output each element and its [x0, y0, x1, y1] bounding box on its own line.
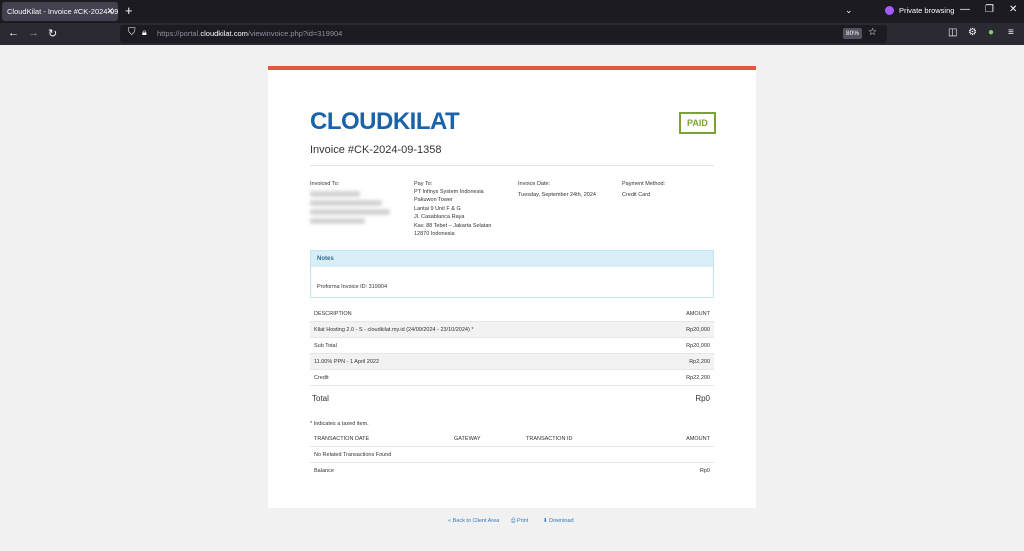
- balance-value: Rp0: [699, 468, 710, 474]
- download-link[interactable]: ⬇ Download: [543, 518, 574, 524]
- private-mask-icon: [885, 6, 894, 15]
- nav-bar: ← → ↻ ⛉ 🔒︎ https://portal.cloudkilat.com…: [0, 23, 1024, 45]
- pay-to-address: PT Infinys System Indonesia Pakuwon Towe…: [414, 189, 492, 238]
- url-bar[interactable]: ⛉ 🔒︎ https://portal.cloudkilat.com/viewi…: [120, 25, 887, 43]
- redacted-address: [310, 218, 365, 224]
- payment-method-value: Credit Card: [622, 192, 651, 198]
- back-arrow-icon[interactable]: ←: [8, 27, 19, 39]
- total-row: Total Rp0: [310, 386, 714, 408]
- total-value: Rp0: [695, 394, 710, 403]
- invoice-date-label: Invoice Date:: [518, 181, 551, 187]
- payment-method-label: Payment Method:: [622, 181, 666, 187]
- redacted-address: [310, 209, 390, 215]
- tab-invoice[interactable]: CloudKilat - Invoice #CK-2024-09-1 ✕: [2, 2, 118, 21]
- extension-badge-icon[interactable]: ●: [988, 27, 994, 38]
- balance-label: Balance: [314, 468, 334, 474]
- shield-icon[interactable]: ⛉: [128, 27, 136, 38]
- tab-title: CloudKilat - Invoice #CK-2024-09-1: [7, 7, 118, 16]
- status-badge: PAID: [679, 112, 716, 134]
- private-browsing-indicator: Private browsing: [885, 6, 954, 15]
- total-label: Total: [312, 394, 329, 403]
- notes-body: Proforma Invoice ID: 319904: [317, 284, 388, 290]
- tab-bar: CloudKilat - Invoice #CK-2024-09-1 ✕ + ⌄…: [0, 0, 1024, 23]
- back-to-client-area-link[interactable]: « Back to Client Area: [448, 518, 499, 524]
- pocket-icon[interactable]: ◫: [948, 27, 957, 38]
- invoice-date-value: Tuesday, September 24th, 2024: [518, 192, 596, 198]
- url-text[interactable]: https://portal.cloudkilat.com/viewinvoic…: [157, 29, 342, 38]
- lock-icon[interactable]: 🔒︎: [142, 27, 147, 38]
- taxed-item-note: * Indicates a taxed item.: [310, 421, 369, 427]
- invoiced-to-label: Invoiced To:: [310, 181, 340, 187]
- new-tab-button[interactable]: +: [125, 3, 133, 18]
- notes-panel: Notes Proforma Invoice ID: 319904: [310, 250, 714, 298]
- table-row: Credit Rp22,200: [310, 370, 714, 386]
- invoice-title: Invoice #CK-2024-09-1358: [310, 144, 442, 156]
- chevron-down-icon[interactable]: ⌄: [845, 5, 853, 16]
- table-row: No Related Transactions Found: [310, 447, 714, 463]
- bookmark-star-icon[interactable]: ☆: [868, 27, 877, 38]
- private-browsing-label: Private browsing: [899, 6, 955, 15]
- balance-row: Balance Rp0: [310, 463, 714, 479]
- menu-icon[interactable]: ≡: [1008, 27, 1014, 38]
- items-header: DESCRIPTION AMOUNT: [310, 306, 714, 322]
- transactions-header: TRANSACTION DATE GATEWAY TRANSACTION ID …: [310, 431, 714, 447]
- pay-to-label: Pay To:: [414, 181, 433, 187]
- table-row: 11.00% PPN - 1 April 2022 Rp2,200: [310, 354, 714, 370]
- cloudkilat-logo: CLOUDKILAT: [310, 108, 460, 135]
- description-header: DESCRIPTION: [314, 311, 352, 317]
- notes-title: Notes: [311, 251, 713, 267]
- restore-icon[interactable]: ❐: [985, 4, 994, 15]
- invoice-card: CLOUDKILAT PAID Invoice #CK-2024-09-1358…: [268, 66, 756, 508]
- redacted-address: [310, 191, 360, 197]
- reload-icon[interactable]: ↻: [48, 27, 57, 40]
- table-row: Kilat Hosting 2.0 - S - cloudkilat.my.id…: [310, 322, 714, 338]
- print-link[interactable]: ⎙ Print: [511, 518, 528, 525]
- forward-arrow-icon[interactable]: →: [28, 27, 39, 39]
- no-transactions-text: No Related Transactions Found: [314, 452, 392, 458]
- divider: [310, 165, 714, 166]
- zoom-level[interactable]: 80%: [843, 28, 863, 39]
- table-row: Sub Total Rp20,000: [310, 338, 714, 354]
- amount-header: AMOUNT: [686, 311, 710, 317]
- tab-close-icon[interactable]: ✕: [106, 6, 114, 17]
- extensions-icon[interactable]: ⚙: [968, 27, 977, 38]
- minimize-icon[interactable]: —: [960, 4, 970, 15]
- close-window-icon[interactable]: ✕: [1009, 4, 1017, 15]
- redacted-address: [310, 200, 382, 206]
